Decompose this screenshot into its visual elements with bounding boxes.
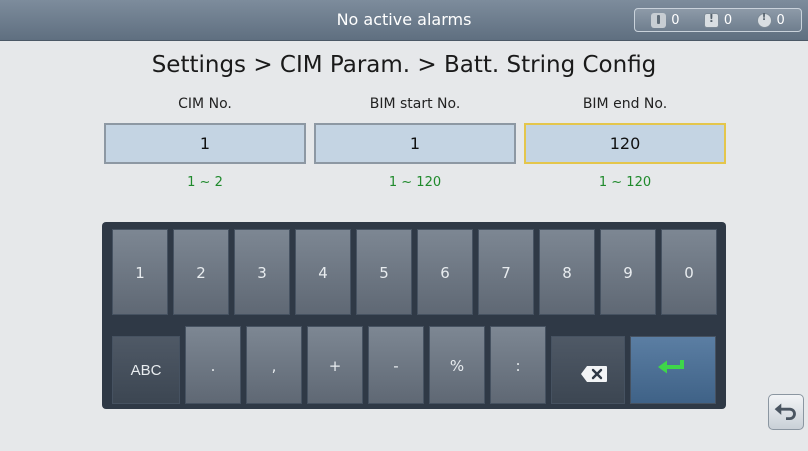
bim-start-input[interactable]: 1 [314,123,516,164]
key-minus[interactable]: - [368,326,424,404]
page-title: Settings > CIM Param. > Batt. String Con… [151,52,657,78]
numeric-keyboard: 1 2 3 4 5 6 7 8 9 0 ABC . , + - % : [102,222,726,409]
key-comma[interactable]: , [246,326,302,404]
key-colon[interactable]: : [490,326,546,404]
cim-no-range: 1 ~ 2 [187,175,223,190]
major-alarm-count: 0 [723,12,733,28]
minor-alarm-icon [756,12,772,28]
key-3[interactable]: 3 [234,229,290,315]
enter-icon [658,360,684,374]
key-0[interactable]: 0 [661,229,717,315]
key-6[interactable]: 6 [417,229,473,315]
key-plus[interactable]: + [307,326,363,404]
major-alarm-icon [703,12,719,28]
minor-alarm-count: 0 [776,12,785,28]
key-period[interactable]: . [185,326,241,404]
backspace-key[interactable] [551,336,625,404]
key-5[interactable]: 5 [356,229,412,315]
bim-end-range: 1 ~ 120 [598,175,652,190]
critical-alarm-group: 0 [651,12,680,28]
alarm-summary[interactable]: 0 0 0 [634,8,802,32]
cim-no-input[interactable]: 1 [104,123,306,164]
enter-key[interactable] [630,336,716,404]
major-alarm-group: 0 [703,12,733,28]
status-bar: No active alarms 0 0 0 [0,0,808,41]
backspace-icon [581,366,607,382]
critical-alarm-count: 0 [671,12,680,28]
bim-end-input[interactable]: 120 [524,123,726,164]
cim-no-label: CIM No. [178,96,232,112]
abc-key[interactable]: ABC [112,336,180,404]
minor-alarm-group: 0 [756,12,785,28]
back-button[interactable] [768,394,804,430]
key-4[interactable]: 4 [295,229,351,315]
key-1[interactable]: 1 [112,229,168,315]
key-9[interactable]: 9 [600,229,656,315]
bim-end-label: BIM end No. [582,96,668,112]
bim-start-range: 1 ~ 120 [388,175,442,190]
critical-alarm-icon [651,12,667,28]
key-7[interactable]: 7 [478,229,534,315]
back-arrow-icon [774,403,796,421]
bim-start-label: BIM start No. [369,96,461,112]
key-8[interactable]: 8 [539,229,595,315]
key-percent[interactable]: % [429,326,485,404]
key-2[interactable]: 2 [173,229,229,315]
